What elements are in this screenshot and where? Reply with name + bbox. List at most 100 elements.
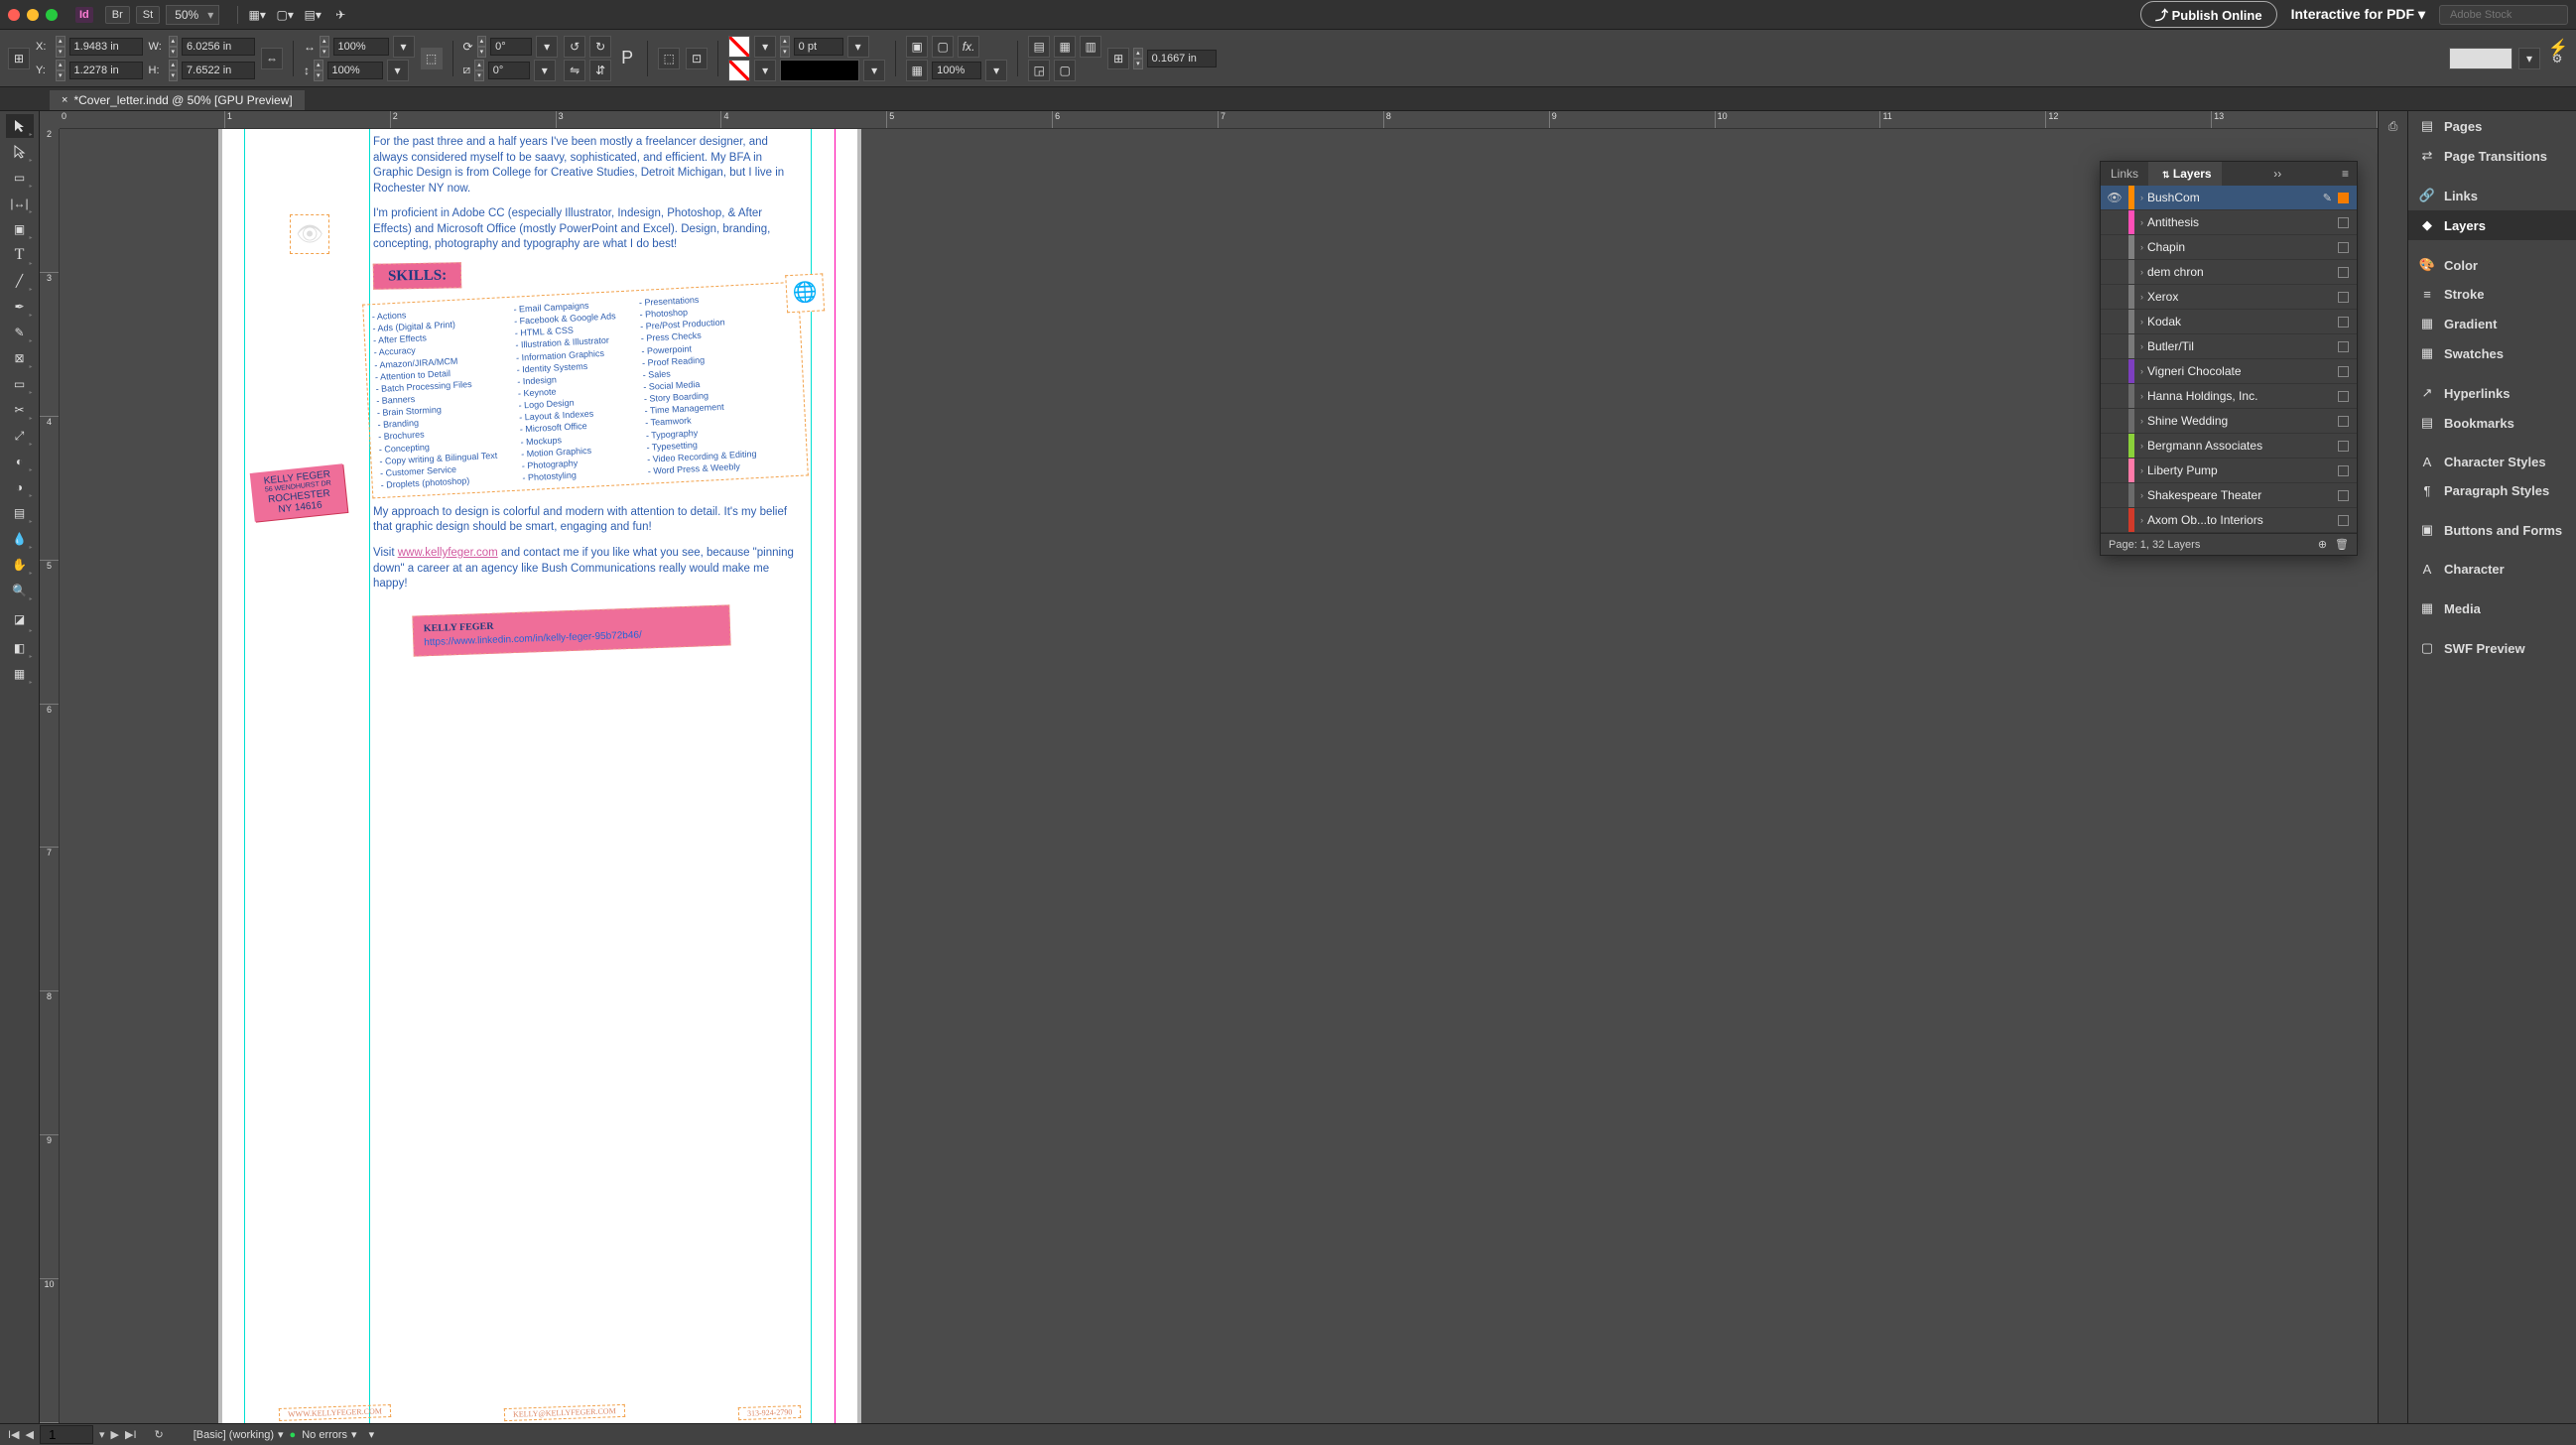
- selection-indicator[interactable]: [2338, 193, 2349, 203]
- canvas[interactable]: 012345678910111213 2345678910 👁 KELLY FE…: [40, 111, 2378, 1423]
- free-transform-tool[interactable]: ⤢: [6, 424, 34, 448]
- guide[interactable]: [244, 129, 245, 1423]
- footer-email[interactable]: KELLY@KELLYFEGER.COM: [504, 1404, 625, 1421]
- auto-fit-icon[interactable]: ▣: [906, 36, 928, 58]
- address-sticky[interactable]: KELLY FEGER 56 WENDHURST DR ROCHESTER NY…: [250, 463, 348, 521]
- next-page-icon[interactable]: ▶: [111, 1428, 119, 1441]
- preflight-open-icon[interactable]: ↻: [155, 1428, 164, 1441]
- selection-indicator[interactable]: [2338, 515, 2349, 526]
- x-input[interactable]: [69, 38, 143, 56]
- linkedin-bar[interactable]: KELLY FEGER https://www.linkedin.com/in/…: [412, 604, 730, 656]
- layer-row[interactable]: › Bergmann Associates: [2101, 434, 2357, 459]
- screen-mode-icon[interactable]: ▢▾: [274, 4, 296, 26]
- guide[interactable]: [811, 129, 812, 1423]
- gpu-icon[interactable]: ✈: [329, 4, 351, 26]
- dock-media[interactable]: ▦Media: [2408, 593, 2576, 623]
- selection-indicator[interactable]: [2338, 490, 2349, 501]
- status-dd[interactable]: ▾: [369, 1428, 375, 1441]
- nudge-down[interactable]: ▾: [56, 47, 65, 58]
- close-tab-icon[interactable]: ×: [62, 94, 67, 106]
- dock-stroke[interactable]: ≡Stroke: [2408, 280, 2576, 309]
- zoom-tool[interactable]: 🔍: [6, 579, 34, 602]
- dock-pages[interactable]: ▤Pages: [2408, 111, 2576, 141]
- layer-row[interactable]: › Axom Ob...to Interiors: [2101, 508, 2357, 533]
- arrange-icon[interactable]: ▤▾: [302, 4, 323, 26]
- selection-indicator[interactable]: [2338, 391, 2349, 402]
- delete-layer-icon[interactable]: 🗑: [2335, 538, 2349, 551]
- panel-collapse-icon[interactable]: ››: [2265, 162, 2289, 186]
- pencil-tool[interactable]: ✎: [6, 321, 34, 344]
- footer-phone[interactable]: 313-924-2790: [737, 1405, 801, 1420]
- links-panel-tab[interactable]: Links: [2101, 162, 2148, 186]
- rotate-ccw-icon[interactable]: ↺: [564, 36, 585, 58]
- panel-menu-icon[interactable]: ≡: [2334, 162, 2357, 186]
- workspace-select[interactable]: Interactive for PDF ▾: [2291, 6, 2425, 23]
- expand-icon[interactable]: ›: [2140, 416, 2143, 426]
- layer-row[interactable]: › Xerox: [2101, 285, 2357, 310]
- body-text-frame[interactable]: For the past three and a half years I've…: [373, 135, 800, 651]
- scissors-tool[interactable]: ✂: [6, 398, 34, 422]
- hand-tool[interactable]: ✋: [6, 553, 34, 577]
- errors-dd[interactable]: ▾: [351, 1428, 357, 1441]
- expand-icon[interactable]: ›: [2140, 515, 2143, 525]
- fx-icon[interactable]: fx.: [958, 36, 979, 58]
- page-number-input[interactable]: [40, 1425, 93, 1444]
- dock-page-transitions[interactable]: ⇄Page Transitions: [2408, 141, 2576, 171]
- selection-indicator[interactable]: [2338, 292, 2349, 303]
- pen-tool[interactable]: ✒: [6, 295, 34, 319]
- gap-tool[interactable]: |↔|: [6, 192, 34, 215]
- bridge-button[interactable]: Br: [105, 6, 130, 24]
- content-collector-tool[interactable]: ▣: [6, 217, 34, 241]
- line-tool[interactable]: ╱: [6, 269, 34, 293]
- text-wrap-shape-icon[interactable]: ▥: [1080, 36, 1101, 58]
- preflight-dd[interactable]: ▾: [278, 1428, 284, 1441]
- eye-artwork[interactable]: 👁: [290, 214, 329, 254]
- zoom-select[interactable]: 50%: [166, 5, 219, 25]
- fill-swatch[interactable]: [728, 36, 750, 58]
- prev-page-icon[interactable]: ◀: [26, 1428, 34, 1441]
- page-tool[interactable]: ▭: [6, 166, 34, 190]
- layers-panel-tab[interactable]: ⇅ Layers: [2148, 162, 2222, 186]
- expand-icon[interactable]: ›: [2140, 366, 2143, 376]
- dock-character[interactable]: ACharacter: [2408, 555, 2576, 584]
- selection-indicator[interactable]: [2338, 416, 2349, 427]
- expand-icon[interactable]: ›: [2140, 391, 2143, 401]
- dock-layers[interactable]: ◆Layers: [2408, 210, 2576, 240]
- scale-x-dd[interactable]: ▾: [393, 36, 415, 58]
- w-input[interactable]: [182, 38, 255, 56]
- rotate-input[interactable]: [490, 38, 532, 56]
- first-page-icon[interactable]: I◀: [8, 1428, 20, 1441]
- y-input[interactable]: [69, 62, 143, 79]
- view-options-icon[interactable]: ▦▾: [246, 4, 268, 26]
- portfolio-link[interactable]: www.kellyfeger.com: [398, 547, 498, 559]
- selection-indicator[interactable]: [2338, 217, 2349, 228]
- dock-buttons-and-forms[interactable]: ▣Buttons and Forms: [2408, 515, 2576, 545]
- document-tab[interactable]: ×*Cover_letter.indd @ 50% [GPU Preview]: [50, 90, 305, 110]
- visibility-toggle[interactable]: 👁: [2101, 191, 2128, 204]
- selection-indicator[interactable]: [2338, 465, 2349, 476]
- fill-stroke-toggle[interactable]: ◪: [6, 604, 34, 634]
- expand-icon[interactable]: ›: [2140, 441, 2143, 451]
- selection-indicator[interactable]: [2338, 441, 2349, 452]
- document-page[interactable]: 👁 KELLY FEGER 56 WENDHURST DR ROCHESTER …: [222, 129, 857, 1423]
- text-wrap-bbox-icon[interactable]: ▦: [1054, 36, 1076, 58]
- expand-icon[interactable]: ›: [2140, 193, 2143, 202]
- dock-bookmarks[interactable]: ▤Bookmarks: [2408, 408, 2576, 438]
- globe-icon[interactable]: 🌐: [785, 273, 825, 313]
- expand-icon[interactable]: ›: [2140, 217, 2143, 227]
- layer-row[interactable]: › Kodak: [2101, 310, 2357, 334]
- stroke-wt-input[interactable]: [794, 38, 843, 56]
- dock-paragraph-styles[interactable]: ¶Paragraph Styles: [2408, 476, 2576, 505]
- stroke-style[interactable]: [780, 60, 859, 81]
- type-tool[interactable]: T: [6, 243, 34, 267]
- text-wrap-none-icon[interactable]: ▤: [1028, 36, 1050, 58]
- layer-row[interactable]: › Liberty Pump: [2101, 459, 2357, 483]
- expand-icon[interactable]: ›: [2140, 490, 2143, 500]
- layer-row[interactable]: › Shakespeare Theater: [2101, 483, 2357, 508]
- dock-swf-preview[interactable]: ▢SWF Preview: [2408, 633, 2576, 663]
- horizontal-ruler[interactable]: 012345678910111213: [60, 111, 2378, 129]
- constrain-icon[interactable]: ⇔: [261, 48, 283, 69]
- rotate-cw-icon[interactable]: ↻: [589, 36, 611, 58]
- direct-selection-tool[interactable]: [6, 140, 34, 164]
- expand-icon[interactable]: ›: [2140, 465, 2143, 475]
